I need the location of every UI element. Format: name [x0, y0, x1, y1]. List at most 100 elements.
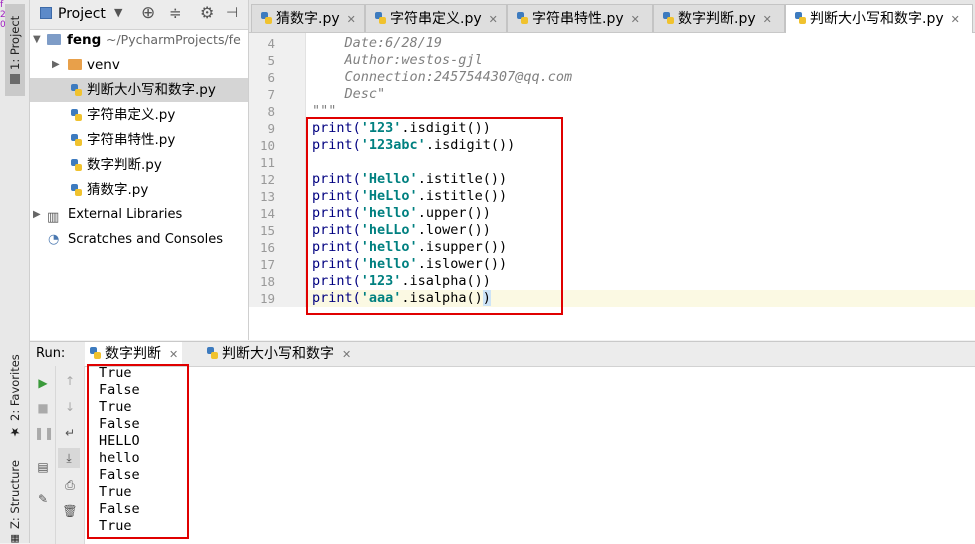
tool-window-favorites-tab[interactable]: ★ 2: Favorites	[5, 352, 25, 442]
python-file-icon	[207, 347, 218, 359]
line-number: 8	[267, 104, 275, 119]
expand-arrow-icon[interactable]: ▶	[33, 203, 41, 227]
python-file-icon	[795, 12, 806, 24]
close-icon[interactable]: ✕	[342, 348, 351, 361]
left-tool-stripe: f20 1: Project ★ 2: Favorites ▦ Z: Struc…	[0, 0, 30, 544]
trash-icon[interactable]: 🗑	[61, 504, 79, 518]
tree-item-label: 猜数字.py	[87, 182, 149, 198]
pause-icon[interactable]: ❚❚	[34, 426, 54, 440]
line-number: 12	[259, 172, 275, 187]
code-highlight-box	[306, 117, 563, 315]
close-icon[interactable]: ✕	[951, 6, 960, 34]
layout-icon[interactable]: ▤	[34, 460, 52, 474]
tree-item-label: 数字判断.py	[87, 157, 162, 173]
root-folder-path: ~/PycharmProjects/fe	[106, 32, 241, 47]
tree-root-feng[interactable]: ▼ feng ~/PycharmProjects/fe	[30, 28, 248, 52]
favorites-tab-label: 2: Favorites	[8, 354, 22, 422]
code-line-doc[interactable]: Author:westos-gjl	[312, 52, 483, 69]
editor-tab-label: 字符串特性.py	[532, 11, 624, 27]
stripe-edge-marks: f20	[0, 0, 6, 30]
expand-arrow-icon[interactable]: ▶	[52, 53, 60, 77]
python-file-icon	[261, 12, 272, 24]
line-number-gutter: 4 5 6 7 8 9 10 11 12 13 14 15 16 17 18 1…	[249, 33, 306, 340]
project-tab-label: 1: Project	[8, 15, 22, 71]
line-number: 18	[259, 274, 275, 289]
close-icon[interactable]: ✕	[347, 6, 356, 34]
editor-tab[interactable]: 数字判断.py ✕	[653, 4, 785, 32]
code-line-doc[interactable]: Connection:2457544307@qq.com	[312, 69, 573, 86]
arrow-up-icon[interactable]: ↑	[61, 374, 79, 388]
line-number: 14	[259, 206, 275, 221]
editor-tab-label: 数字判断.py	[678, 11, 756, 27]
gear-icon[interactable]: ⚙	[200, 3, 214, 22]
scroll-to-end-icon[interactable]: ⤓	[58, 448, 80, 468]
editor-tab[interactable]: 字符串定义.py ✕	[365, 4, 507, 32]
python-file-icon	[71, 134, 82, 146]
run-toolbar-primary: ▶ ■ ❚❚ ▤ ✎	[30, 366, 56, 544]
scratches-icon: ◔	[48, 232, 60, 247]
project-view-selector[interactable]: Project	[58, 6, 106, 22]
tool-window-project-tab[interactable]: 1: Project	[5, 4, 25, 96]
tree-item-scratches[interactable]: ◔ Scratches and Consoles	[30, 228, 248, 252]
editor-tab[interactable]: 字符串特性.py ✕	[507, 4, 653, 32]
code-line-doc[interactable]: Desc"	[312, 86, 386, 103]
tree-item-file[interactable]: 字符串定义.py	[30, 103, 248, 127]
run-label: Run:	[36, 346, 66, 361]
chevron-down-icon[interactable]: ▼	[114, 6, 122, 19]
run-icon[interactable]: ▶	[34, 376, 52, 390]
folder-icon	[47, 34, 61, 45]
run-tab-label: 判断大小写和数字	[222, 346, 334, 362]
editor-tab-label: 字符串定义.py	[390, 11, 482, 27]
python-file-icon	[71, 184, 82, 196]
run-tab-active[interactable]: 数字判断 ✕	[85, 342, 183, 366]
tree-item-file[interactable]: 猜数字.py	[30, 178, 248, 202]
line-number: 6	[267, 70, 275, 85]
stop-icon[interactable]: ■	[34, 401, 52, 415]
line-number: 4	[267, 36, 275, 51]
tree-item-external-libraries[interactable]: ▶ ▥ External Libraries	[30, 203, 248, 227]
tree-item-file[interactable]: 判断大小写和数字.py	[30, 78, 248, 102]
editor-tab[interactable]: 猜数字.py ✕	[251, 4, 365, 32]
python-file-icon	[375, 12, 386, 24]
target-icon[interactable]: ⊕	[141, 3, 155, 23]
arrow-down-icon[interactable]: ↓	[61, 400, 79, 414]
line-number: 17	[259, 257, 275, 272]
tree-item-file[interactable]: 数字判断.py	[30, 153, 248, 177]
run-toolbar-secondary: ↑ ↓ ↵ ⤓ ⎙ 🗑	[56, 366, 85, 544]
python-file-icon	[71, 84, 82, 96]
python-file-icon	[90, 347, 101, 359]
python-file-icon	[517, 12, 528, 24]
tree-item-venv[interactable]: ▶ venv	[30, 53, 248, 77]
root-folder-name: feng	[67, 32, 102, 48]
line-number: 11	[259, 155, 275, 170]
line-number: 9	[267, 121, 275, 136]
tool-window-structure-tab[interactable]: ▦ Z: Structure	[5, 461, 25, 544]
tree-item-label: 判断大小写和数字.py	[87, 82, 216, 98]
close-icon[interactable]: ✕	[631, 6, 640, 34]
close-icon[interactable]: ✕	[489, 6, 498, 34]
python-file-icon	[71, 109, 82, 121]
close-icon[interactable]: ✕	[169, 348, 178, 361]
tree-item-label: 字符串特性.py	[87, 132, 176, 148]
close-icon[interactable]: ✕	[763, 6, 772, 34]
tree-item-label: Scratches and Consoles	[68, 232, 224, 247]
editor-tab-active[interactable]: 判断大小写和数字.py ✕	[785, 4, 973, 33]
editor-tab-label: 猜数字.py	[276, 11, 340, 27]
line-number: 7	[267, 87, 275, 102]
hide-icon[interactable]: ⊣	[226, 5, 238, 21]
line-number: 5	[267, 53, 275, 68]
line-number: 16	[259, 240, 275, 255]
line-number: 10	[259, 138, 275, 153]
run-tab[interactable]: 判断大小写和数字 ✕	[202, 342, 355, 366]
tree-item-label: 字符串定义.py	[87, 107, 176, 123]
soft-wrap-icon[interactable]: ↵	[61, 426, 79, 440]
expand-arrow-icon[interactable]: ▼	[33, 28, 41, 52]
tree-item-file[interactable]: 字符串特性.py	[30, 128, 248, 152]
code-line-doc[interactable]: Date:6/28/19	[312, 35, 443, 52]
project-view-icon	[40, 7, 52, 19]
run-panel: Run: 数字判断 ✕ 判断大小写和数字 ✕ ▶ ■ ❚❚ ▤ ✎ ↑ ↓ ↵ ⤓ …	[30, 341, 975, 544]
print-icon[interactable]: ⎙	[61, 478, 79, 492]
pin-icon[interactable]: ✎	[34, 492, 52, 506]
collapse-icon[interactable]: ≑	[169, 4, 182, 22]
line-number: 19	[259, 291, 275, 306]
